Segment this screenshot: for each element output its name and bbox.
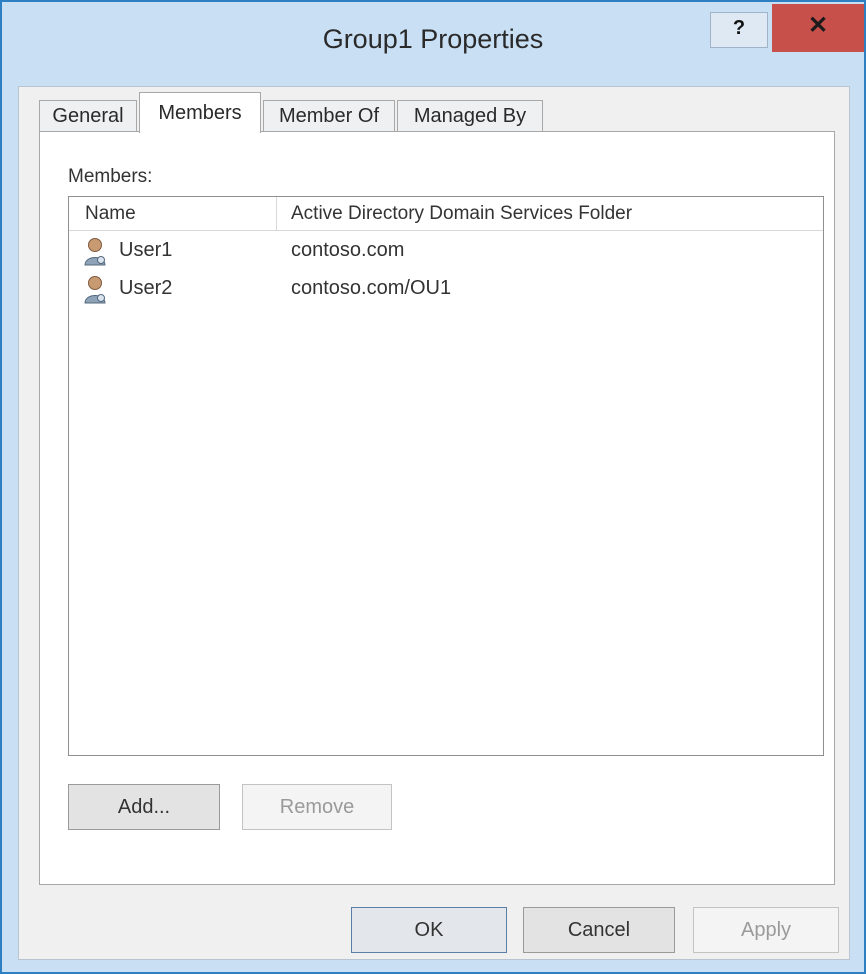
properties-dialog: Group1 Properties ? ✕ General Members Me… (0, 0, 866, 974)
members-label: Members: (68, 166, 153, 187)
close-icon: ✕ (807, 12, 829, 39)
tab-general[interactable]: General (39, 100, 137, 132)
tab-managed-by[interactable]: Managed By (397, 100, 543, 132)
title-bar[interactable]: Group1 Properties ? ✕ (2, 2, 864, 86)
tab-member-of[interactable]: Member Of (263, 100, 395, 132)
member-folder: contoso.com (291, 239, 405, 261)
close-button[interactable]: ✕ (772, 4, 864, 52)
column-header-folder[interactable]: Active Directory Domain Services Folder (277, 197, 817, 230)
apply-button[interactable]: Apply (693, 907, 839, 953)
member-name: User1 (119, 239, 173, 261)
list-item[interactable]: User2 contoso.com/OU1 (69, 271, 823, 309)
members-tab-panel: Members: Name Active Directory Domain Se… (39, 131, 835, 885)
tab-members[interactable]: Members (139, 92, 261, 133)
dialog-body: General Members Member Of Managed By Mem… (18, 86, 850, 960)
remove-button[interactable]: Remove (242, 784, 392, 830)
add-button[interactable]: Add... (68, 784, 220, 830)
tab-strip: General Members Member Of Managed By (39, 92, 819, 133)
user-icon (83, 237, 109, 267)
ok-button[interactable]: OK (351, 907, 507, 953)
user-icon (83, 275, 109, 305)
help-button[interactable]: ? (710, 12, 768, 48)
help-icon: ? (732, 17, 746, 39)
list-header: Name Active Directory Domain Services Fo… (69, 197, 823, 231)
member-folder: contoso.com/OU1 (291, 277, 452, 299)
cancel-button[interactable]: Cancel (523, 907, 675, 953)
column-header-name[interactable]: Name (69, 197, 277, 230)
member-name: User2 (119, 277, 173, 299)
list-item[interactable]: User1 contoso.com (69, 233, 823, 271)
members-list[interactable]: Name Active Directory Domain Services Fo… (68, 196, 824, 756)
